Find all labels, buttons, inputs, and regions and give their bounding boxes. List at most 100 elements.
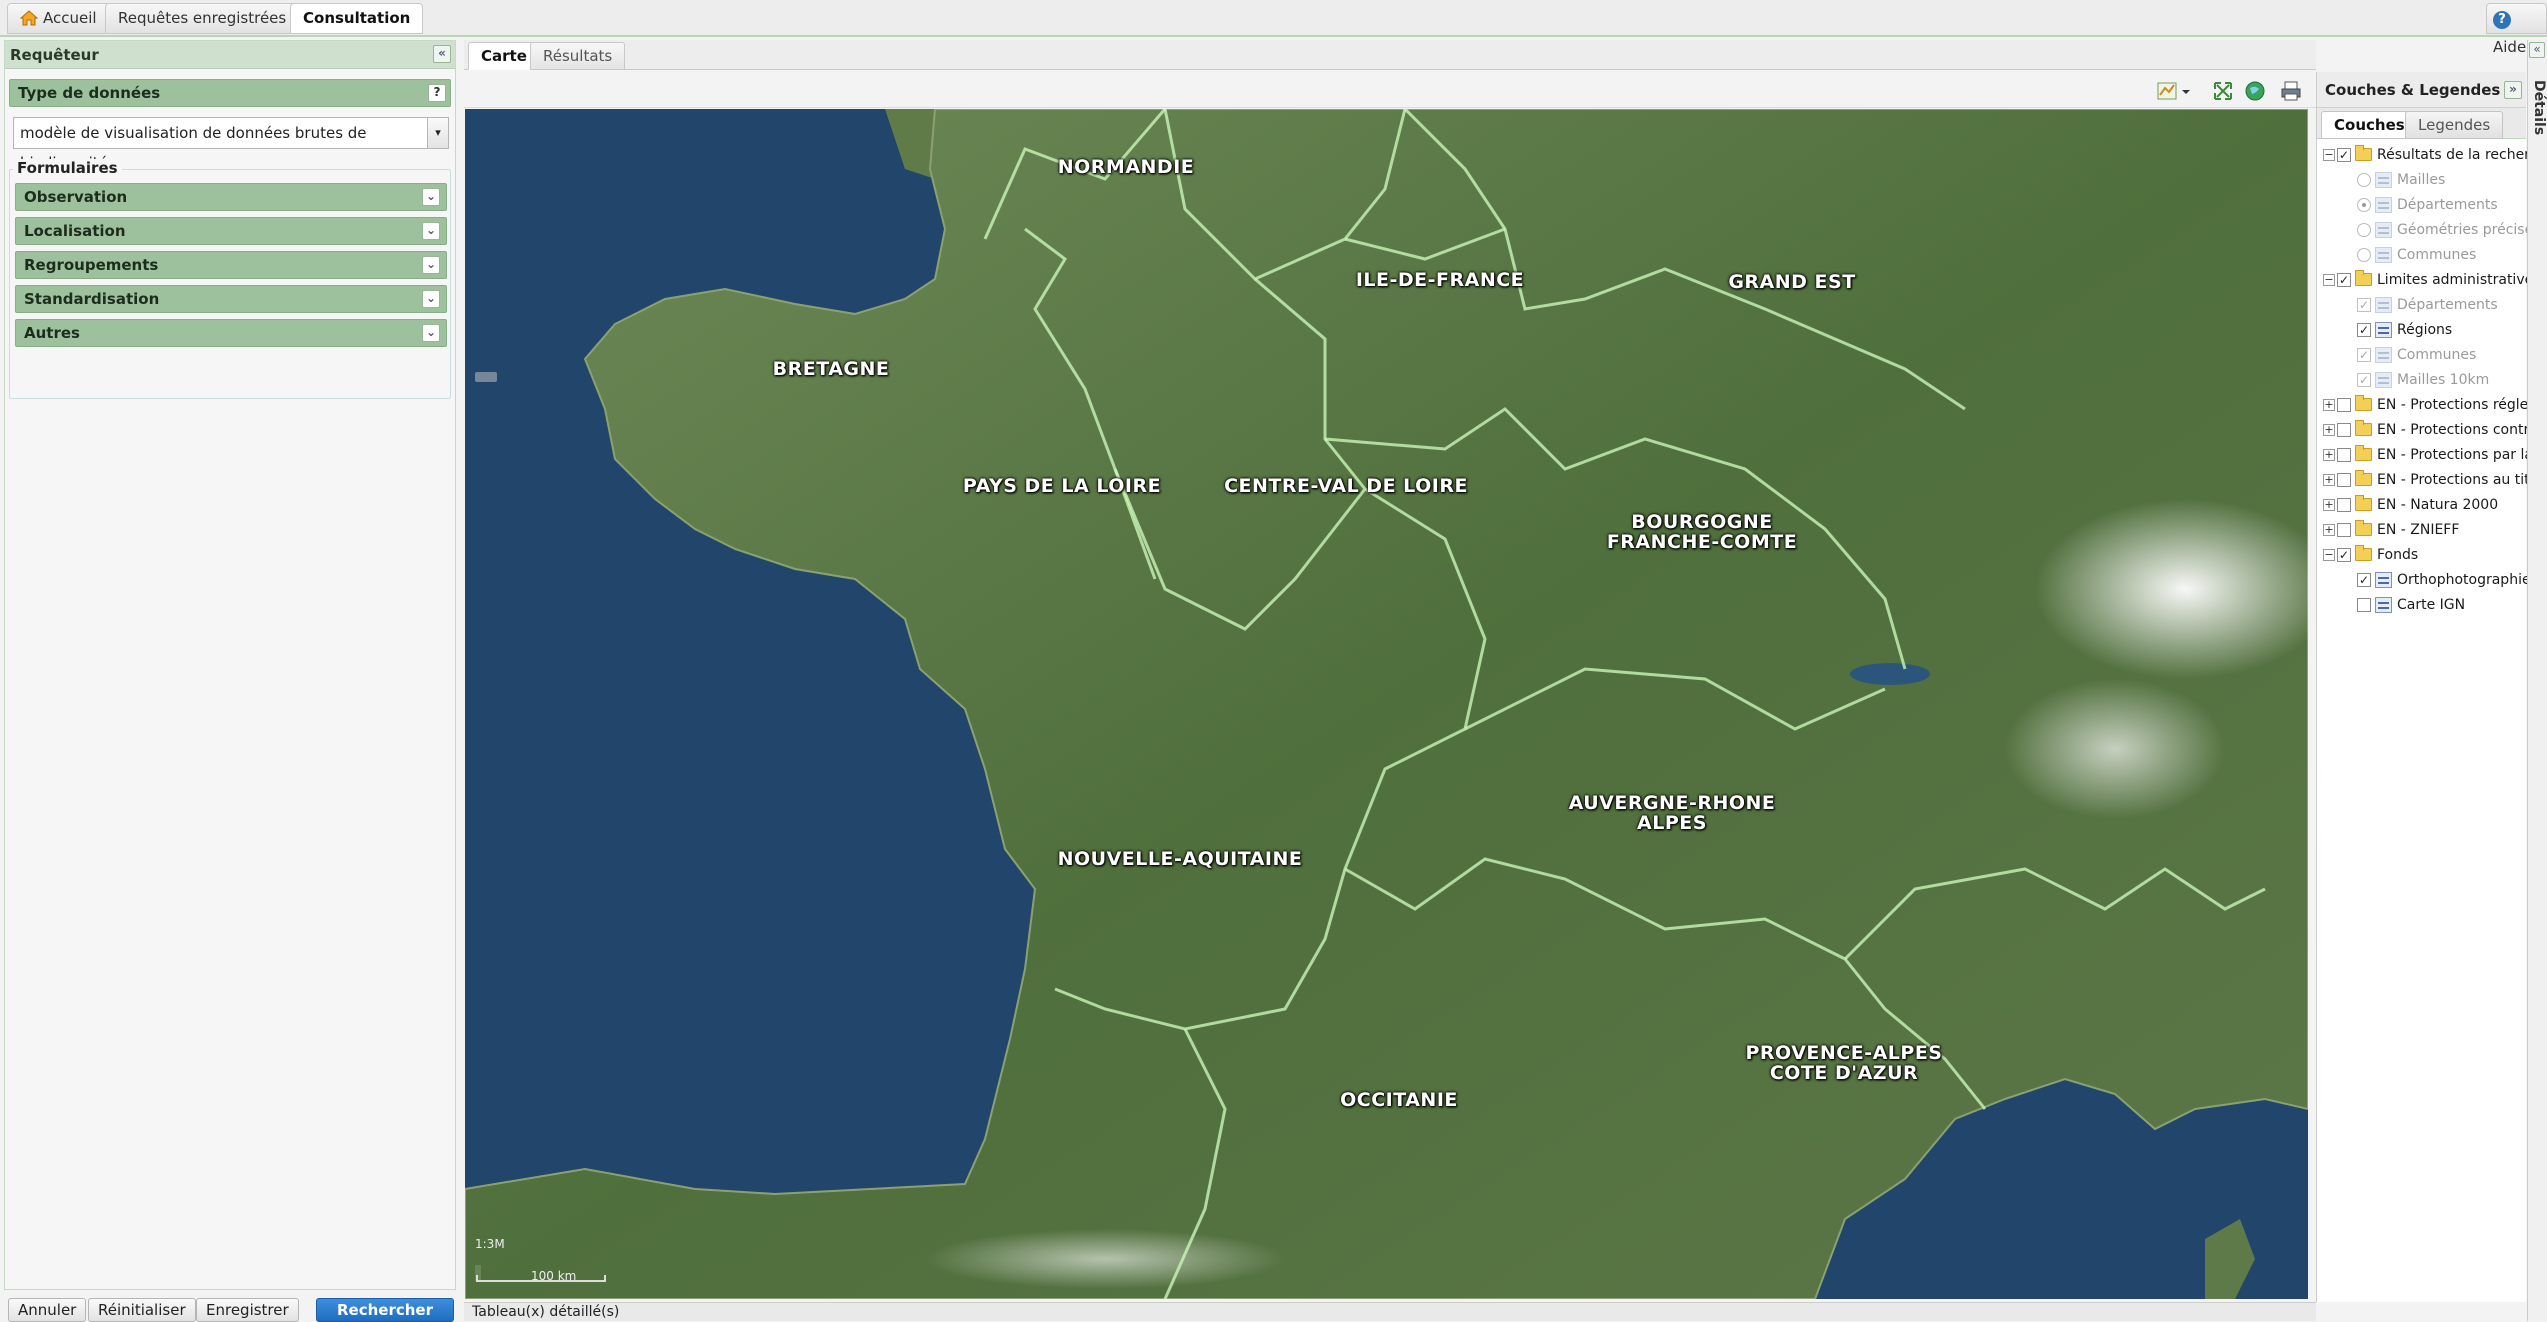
tab-home[interactable]: Accueil: [7, 3, 110, 34]
form-observation[interactable]: Observation ⌄: [15, 183, 447, 211]
layer-tree-row[interactable]: ✓ Communes: [2317, 343, 2527, 367]
print-icon[interactable]: [2280, 80, 2302, 102]
layer-tree-row[interactable]: ✓ Mailles 10km: [2317, 368, 2527, 392]
form-autres[interactable]: Autres ⌄: [15, 319, 447, 347]
tab-legends[interactable]: Legendes: [2405, 111, 2504, 139]
form-observation-label: Observation: [24, 188, 128, 206]
tree-toggle-icon[interactable]: +: [2323, 474, 2335, 486]
layer-tree-row[interactable]: ✓ Départements: [2317, 293, 2527, 317]
tree-toggle-icon[interactable]: +: [2323, 449, 2335, 461]
layer-checkbox[interactable]: ✓: [2357, 373, 2371, 387]
expand-icon[interactable]: ⌄: [422, 324, 440, 342]
tab-results[interactable]: Résultats: [530, 42, 626, 70]
layer-tree-row[interactable]: + EN - Protections réglemen: [2317, 393, 2527, 417]
layer-radio[interactable]: [2357, 173, 2371, 187]
layer-group-label: Fonds: [2377, 547, 2419, 563]
expand-details-icon[interactable]: «: [2529, 42, 2545, 58]
layer-tree-row[interactable]: −✓ Résultats de la recherch: [2317, 143, 2527, 167]
folder-icon: [2355, 145, 2372, 161]
expand-icon[interactable]: ⌄: [422, 222, 440, 240]
layer-checkbox[interactable]: ✓: [2337, 273, 2351, 287]
zoom-slider-handle[interactable]: [475, 372, 497, 382]
tab-saved-queries[interactable]: Requêtes enregistrées: [105, 3, 300, 34]
layer-tree-row[interactable]: + EN - Protections par la m: [2317, 443, 2527, 467]
layer-group-label: EN - Protections contrac: [2377, 422, 2527, 438]
folder-icon: [2355, 270, 2372, 286]
layer-group-label: Limites administratives: [2377, 272, 2527, 288]
tree-toggle-icon[interactable]: +: [2323, 524, 2335, 536]
layer-checkbox[interactable]: [2337, 498, 2351, 512]
layer-tree-row[interactable]: + EN - Protections contrac: [2317, 418, 2527, 442]
cancel-button[interactable]: Annuler: [8, 1298, 87, 1322]
globe-icon[interactable]: [2244, 80, 2266, 102]
form-standardisation[interactable]: Standardisation ⌄: [15, 285, 447, 313]
form-localisation[interactable]: Localisation ⌄: [15, 217, 447, 245]
help-question-icon[interactable]: ?: [428, 84, 446, 102]
top-tab-bar: Accueil Requêtes enregistrées Consultati…: [0, 0, 2547, 56]
layer-checkbox[interactable]: ✓: [2337, 148, 2351, 162]
expand-icon[interactable]: ⌄: [422, 256, 440, 274]
save-button[interactable]: Enregistrer: [196, 1298, 299, 1322]
help-button[interactable]: ? Aide: [2486, 3, 2547, 56]
data-type-select[interactable]: modèle de visualisation de données brute…: [13, 117, 449, 172]
query-panel-title: Requêteur: [10, 46, 99, 64]
tree-toggle-icon[interactable]: −: [2323, 149, 2335, 161]
map-view[interactable]: NORMANDIE ILE-DE-FRANCE GRAND EST BRETAG…: [465, 109, 2308, 1299]
layer-tree-row[interactable]: Géométries précises: [2317, 218, 2527, 242]
layer-checkbox[interactable]: [2337, 423, 2351, 437]
chevron-down-icon[interactable]: ▾: [427, 117, 449, 149]
reset-button[interactable]: Réinitialiser: [88, 1298, 196, 1322]
layer-radio[interactable]: [2357, 223, 2371, 237]
layer-tree-row[interactable]: − ✓ Fonds: [2317, 543, 2527, 567]
tab-consultation[interactable]: Consultation: [290, 3, 424, 34]
collapse-right-icon[interactable]: »: [2504, 81, 2522, 99]
layer-tree-row[interactable]: Communes: [2317, 243, 2527, 267]
layer-checkbox[interactable]: [2337, 523, 2351, 537]
layer-tree-row[interactable]: + EN - Natura 2000: [2317, 493, 2527, 517]
details-side-strip[interactable]: « Détails: [2527, 40, 2547, 1321]
layer-radio[interactable]: [2357, 248, 2371, 262]
layer-checkbox[interactable]: ✓: [2357, 348, 2371, 362]
expand-icon[interactable]: ⌄: [422, 188, 440, 206]
layer-checkbox[interactable]: ✓: [2337, 548, 2351, 562]
detail-tables-strip[interactable]: Tableau(x) détaillé(s): [464, 1302, 2316, 1321]
layer-tree-row[interactable]: + EN - Protections au titre: [2317, 468, 2527, 492]
layer-tree-row[interactable]: + EN - ZNIEFF: [2317, 518, 2527, 542]
home-icon: [20, 10, 38, 26]
region-label-idf: ILE-DE-FRANCE: [1355, 269, 1525, 291]
tab-layers[interactable]: Couches: [2321, 111, 2418, 139]
layer-tree-row[interactable]: − ✓ Limites administratives: [2317, 268, 2527, 292]
lake-geneva: [1850, 663, 1930, 685]
layer-group-label: EN - Natura 2000: [2377, 497, 2499, 513]
collapse-left-icon[interactable]: «: [433, 45, 451, 63]
tree-toggle-icon[interactable]: −: [2323, 549, 2335, 561]
tree-toggle-icon[interactable]: −: [2323, 274, 2335, 286]
layer-checkbox[interactable]: [2337, 448, 2351, 462]
layer-radio[interactable]: [2357, 198, 2371, 212]
layer-tree-row[interactable]: Carte IGN: [2317, 593, 2527, 617]
layer-checkbox[interactable]: ✓: [2357, 323, 2371, 337]
tree-toggle-icon[interactable]: +: [2323, 424, 2335, 436]
tree-toggle-icon[interactable]: +: [2323, 399, 2335, 411]
chevron-down-icon[interactable]: [2180, 80, 2192, 102]
map-toolbar: [464, 72, 2316, 108]
layer-tree-row[interactable]: Mailles: [2317, 168, 2527, 192]
expand-icon[interactable]: ⌄: [422, 290, 440, 308]
search-button[interactable]: Rechercher: [316, 1298, 454, 1322]
layer-tree-row[interactable]: Départements: [2317, 193, 2527, 217]
folder-icon: [2355, 470, 2372, 486]
tree-toggle-icon[interactable]: +: [2323, 499, 2335, 511]
layer-checkbox[interactable]: [2357, 598, 2371, 612]
layer-checkbox[interactable]: ✓: [2357, 573, 2371, 587]
layer-tree-row[interactable]: ✓ Orthophotographies: [2317, 568, 2527, 592]
folder-icon: [2355, 520, 2372, 536]
layer-switcher-icon[interactable]: [2156, 80, 2178, 102]
layer-checkbox[interactable]: [2337, 398, 2351, 412]
layer-label: Orthophotographies: [2397, 572, 2527, 588]
form-regroupements[interactable]: Regroupements ⌄: [15, 251, 447, 279]
zoom-extent-icon[interactable]: [2212, 80, 2234, 102]
layer-tree-row[interactable]: ✓ Régions: [2317, 318, 2527, 342]
layer-icon: [2375, 197, 2392, 213]
layer-checkbox[interactable]: ✓: [2357, 298, 2371, 312]
layer-checkbox[interactable]: [2337, 473, 2351, 487]
